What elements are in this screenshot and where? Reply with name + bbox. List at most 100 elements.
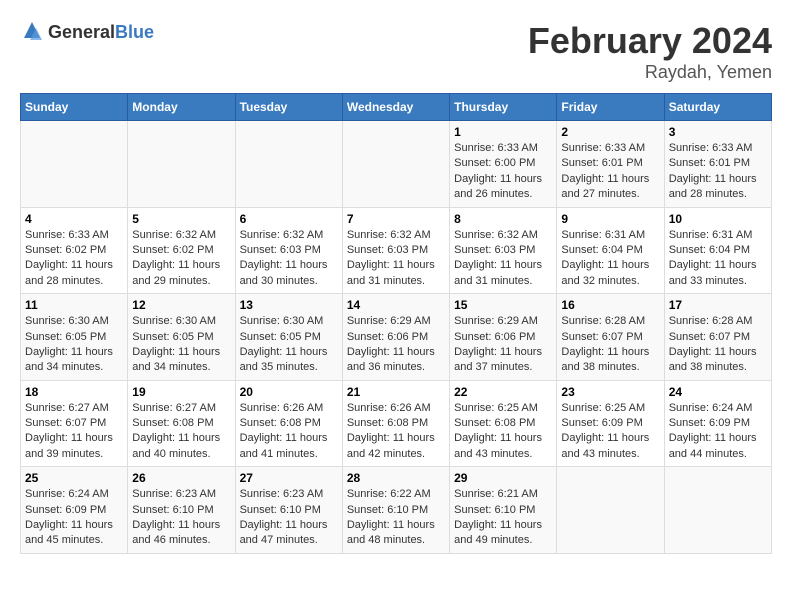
logo: GeneralBlue [20, 20, 154, 44]
day-info: Sunrise: 6:33 AMSunset: 6:01 PMDaylight:… [561, 141, 659, 203]
calendar-cell: 10 Sunrise: 6:31 AMSunset: 6:04 PMDayligh… [664, 207, 771, 294]
day-info: Sunrise: 6:25 AMSunset: 6:09 PMDaylight:… [561, 401, 659, 463]
day-number: 19 [132, 385, 230, 399]
calendar-cell: 27 Sunrise: 6:23 AMSunset: 6:10 PMDayligh… [235, 467, 342, 554]
day-number: 22 [454, 385, 552, 399]
calendar-cell: 2 Sunrise: 6:33 AMSunset: 6:01 PMDaylight… [557, 121, 664, 208]
calendar-cell: 15Sunrise: 6:29 AMSunset: 6:06 PMDayligh… [450, 294, 557, 381]
day-info: Sunrise: 6:23 AMSunset: 6:10 PMDaylight:… [132, 487, 230, 549]
calendar-cell [342, 121, 449, 208]
calendar-week-row: 18Sunrise: 6:27 AMSunset: 6:07 PMDayligh… [21, 380, 772, 467]
calendar-cell: 28Sunrise: 6:22 AMSunset: 6:10 PMDayligh… [342, 467, 449, 554]
day-info: Sunrise: 6:23 AMSunset: 6:10 PMDaylight:… [240, 487, 338, 549]
calendar-cell: 13Sunrise: 6:30 AMSunset: 6:05 PMDayligh… [235, 294, 342, 381]
logo-icon [20, 20, 44, 44]
day-info: Sunrise: 6:31 AMSunset: 6:04 PMDaylight:… [561, 228, 659, 290]
day-info: Sunrise: 6:24 AMSunset: 6:09 PMDaylight:… [669, 401, 767, 463]
day-info: Sunrise: 6:33 AMSunset: 6:02 PMDaylight:… [25, 228, 123, 290]
day-number: 11 [25, 298, 123, 312]
day-info: Sunrise: 6:33 AMSunset: 6:00 PMDaylight:… [454, 141, 552, 203]
calendar-cell: 12Sunrise: 6:30 AMSunset: 6:05 PMDayligh… [128, 294, 235, 381]
day-number: 20 [240, 385, 338, 399]
day-info: Sunrise: 6:32 AMSunset: 6:03 PMDaylight:… [240, 228, 338, 290]
calendar-week-row: 25Sunrise: 6:24 AMSunset: 6:09 PMDayligh… [21, 467, 772, 554]
calendar-cell: 5 Sunrise: 6:32 AMSunset: 6:02 PMDaylight… [128, 207, 235, 294]
main-title: February 2024 [528, 20, 772, 62]
logo-blue: Blue [115, 22, 154, 42]
calendar-cell: 4 Sunrise: 6:33 AMSunset: 6:02 PMDaylight… [21, 207, 128, 294]
day-info: Sunrise: 6:24 AMSunset: 6:09 PMDaylight:… [25, 487, 123, 549]
weekday-header-row: SundayMondayTuesdayWednesdayThursdayFrid… [21, 94, 772, 121]
day-info: Sunrise: 6:28 AMSunset: 6:07 PMDaylight:… [561, 314, 659, 376]
day-number: 17 [669, 298, 767, 312]
calendar-cell: 29 Sunrise: 6:21 AMSunset: 6:10 PMDayligh… [450, 467, 557, 554]
day-info: Sunrise: 6:28 AMSunset: 6:07 PMDaylight:… [669, 314, 767, 376]
day-info: Sunrise: 6:30 AMSunset: 6:05 PMDaylight:… [132, 314, 230, 376]
day-number: 3 [669, 125, 767, 139]
calendar-week-row: 4 Sunrise: 6:33 AMSunset: 6:02 PMDaylight… [21, 207, 772, 294]
day-number: 5 [132, 212, 230, 226]
day-number: 9 [561, 212, 659, 226]
day-number: 2 [561, 125, 659, 139]
day-number: 26 [132, 471, 230, 485]
weekday-header-saturday: Saturday [664, 94, 771, 121]
day-info: Sunrise: 6:30 AMSunset: 6:05 PMDaylight:… [25, 314, 123, 376]
calendar-table: SundayMondayTuesdayWednesdayThursdayFrid… [20, 93, 772, 554]
weekday-header-wednesday: Wednesday [342, 94, 449, 121]
calendar-cell: 8 Sunrise: 6:32 AMSunset: 6:03 PMDaylight… [450, 207, 557, 294]
day-info: Sunrise: 6:32 AMSunset: 6:03 PMDaylight:… [347, 228, 445, 290]
day-info: Sunrise: 6:30 AMSunset: 6:05 PMDaylight:… [240, 314, 338, 376]
calendar-cell: 25Sunrise: 6:24 AMSunset: 6:09 PMDayligh… [21, 467, 128, 554]
day-number: 8 [454, 212, 552, 226]
logo-general: General [48, 22, 115, 42]
day-info: Sunrise: 6:21 AMSunset: 6:10 PMDaylight:… [454, 487, 552, 549]
day-number: 29 [454, 471, 552, 485]
day-number: 28 [347, 471, 445, 485]
weekday-header-friday: Friday [557, 94, 664, 121]
weekday-header-thursday: Thursday [450, 94, 557, 121]
calendar-cell: 17 Sunrise: 6:28 AMSunset: 6:07 PMDayligh… [664, 294, 771, 381]
day-number: 27 [240, 471, 338, 485]
weekday-header-monday: Monday [128, 94, 235, 121]
day-number: 23 [561, 385, 659, 399]
calendar-cell: 7 Sunrise: 6:32 AMSunset: 6:03 PMDaylight… [342, 207, 449, 294]
calendar-cell: 21Sunrise: 6:26 AMSunset: 6:08 PMDayligh… [342, 380, 449, 467]
calendar-cell: 23 Sunrise: 6:25 AMSunset: 6:09 PMDayligh… [557, 380, 664, 467]
calendar-cell: 22Sunrise: 6:25 AMSunset: 6:08 PMDayligh… [450, 380, 557, 467]
calendar-cell: 6 Sunrise: 6:32 AMSunset: 6:03 PMDaylight… [235, 207, 342, 294]
calendar-cell [128, 121, 235, 208]
calendar-cell [235, 121, 342, 208]
page-header: GeneralBlue February 2024 Raydah, Yemen [20, 20, 772, 83]
calendar-cell: 26 Sunrise: 6:23 AMSunset: 6:10 PMDayligh… [128, 467, 235, 554]
day-info: Sunrise: 6:32 AMSunset: 6:02 PMDaylight:… [132, 228, 230, 290]
calendar-cell: 24Sunrise: 6:24 AMSunset: 6:09 PMDayligh… [664, 380, 771, 467]
calendar-cell: 14Sunrise: 6:29 AMSunset: 6:06 PMDayligh… [342, 294, 449, 381]
calendar-cell [21, 121, 128, 208]
calendar-cell: 9 Sunrise: 6:31 AMSunset: 6:04 PMDaylight… [557, 207, 664, 294]
weekday-header-sunday: Sunday [21, 94, 128, 121]
day-info: Sunrise: 6:33 AMSunset: 6:01 PMDaylight:… [669, 141, 767, 203]
calendar-cell: 3 Sunrise: 6:33 AMSunset: 6:01 PMDaylight… [664, 121, 771, 208]
day-info: Sunrise: 6:29 AMSunset: 6:06 PMDaylight:… [347, 314, 445, 376]
calendar-cell [664, 467, 771, 554]
day-number: 16 [561, 298, 659, 312]
day-number: 1 [454, 125, 552, 139]
title-block: February 2024 Raydah, Yemen [528, 20, 772, 83]
day-info: Sunrise: 6:27 AMSunset: 6:08 PMDaylight:… [132, 401, 230, 463]
day-number: 7 [347, 212, 445, 226]
day-number: 6 [240, 212, 338, 226]
day-info: Sunrise: 6:31 AMSunset: 6:04 PMDaylight:… [669, 228, 767, 290]
calendar-cell: 20 Sunrise: 6:26 AMSunset: 6:08 PMDayligh… [235, 380, 342, 467]
day-number: 4 [25, 212, 123, 226]
day-info: Sunrise: 6:27 AMSunset: 6:07 PMDaylight:… [25, 401, 123, 463]
day-info: Sunrise: 6:26 AMSunset: 6:08 PMDaylight:… [240, 401, 338, 463]
calendar-week-row: 11 Sunrise: 6:30 AMSunset: 6:05 PMDayligh… [21, 294, 772, 381]
day-number: 15 [454, 298, 552, 312]
calendar-week-row: 1 Sunrise: 6:33 AMSunset: 6:00 PMDaylight… [21, 121, 772, 208]
calendar-cell: 19 Sunrise: 6:27 AMSunset: 6:08 PMDayligh… [128, 380, 235, 467]
calendar-cell: 18Sunrise: 6:27 AMSunset: 6:07 PMDayligh… [21, 380, 128, 467]
day-number: 10 [669, 212, 767, 226]
day-number: 21 [347, 385, 445, 399]
calendar-cell: 16 Sunrise: 6:28 AMSunset: 6:07 PMDayligh… [557, 294, 664, 381]
day-info: Sunrise: 6:32 AMSunset: 6:03 PMDaylight:… [454, 228, 552, 290]
